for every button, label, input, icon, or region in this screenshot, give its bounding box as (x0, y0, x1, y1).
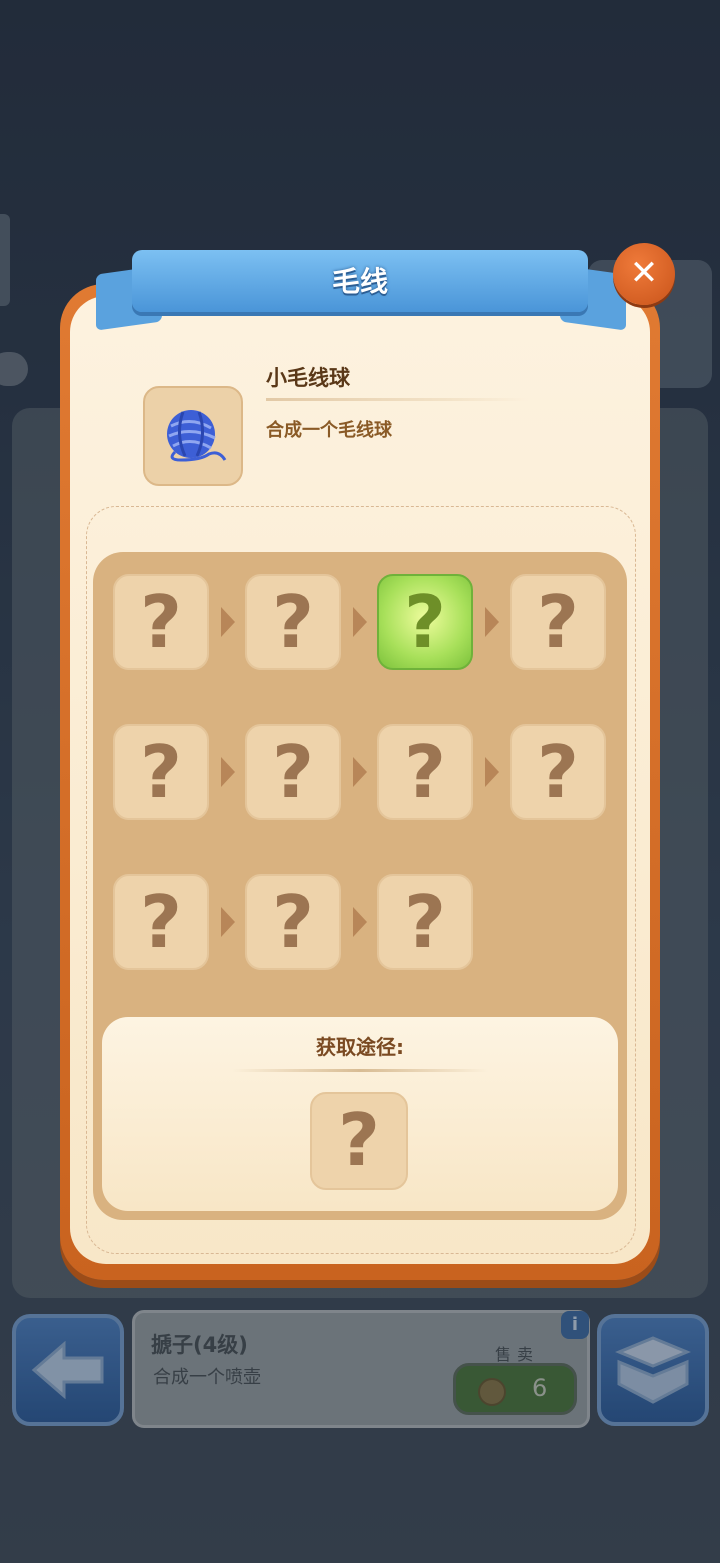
chain-item-5[interactable]: ? (113, 724, 209, 820)
chain-item-9[interactable]: ? (113, 874, 209, 970)
unknown-item-icon: ? (140, 880, 182, 964)
title-ribbon: 毛线 (132, 250, 588, 312)
chain-arrow-icon (485, 757, 499, 787)
chain-arrow-icon (353, 907, 367, 937)
unknown-item-icon: ? (338, 1098, 380, 1182)
chain-arrow-icon (221, 757, 235, 787)
chain-item-4[interactable]: ? (510, 574, 606, 670)
chain-item-3-current[interactable]: ? (377, 574, 473, 670)
chain-item-2[interactable]: ? (245, 574, 341, 670)
chain-arrow-icon (485, 607, 499, 637)
unknown-item-icon: ? (272, 580, 314, 664)
chain-item-8[interactable]: ? (510, 724, 606, 820)
item-name: 小毛线球 (266, 366, 350, 390)
item-name-underline (266, 398, 528, 401)
unknown-item-icon: ? (537, 580, 579, 664)
dialog-title: 毛线 (331, 265, 388, 298)
unknown-item-icon: ? (140, 730, 182, 814)
unknown-item-icon: ? (404, 880, 446, 964)
item-description: 合成一个毛线球 (266, 420, 392, 441)
chain-item-7[interactable]: ? (377, 724, 473, 820)
unknown-item-icon: ? (272, 880, 314, 964)
unknown-item-icon: ? (404, 580, 446, 664)
chain-arrow-icon (221, 607, 235, 637)
chain-item-6[interactable]: ? (245, 724, 341, 820)
yarn-ball-icon (167, 410, 227, 462)
unknown-item-icon: ? (272, 730, 314, 814)
acquisition-source-item[interactable]: ? (310, 1092, 408, 1190)
item-icon-tile (143, 386, 243, 486)
chain-arrow-icon (221, 907, 235, 937)
unknown-item-icon: ? (404, 730, 446, 814)
chain-item-1[interactable]: ? (113, 574, 209, 670)
unknown-item-icon: ? (537, 730, 579, 814)
chain-arrow-icon (353, 757, 367, 787)
close-button[interactable]: ✕ (613, 243, 675, 305)
chain-item-10[interactable]: ? (245, 874, 341, 970)
acquisition-divider (232, 1069, 488, 1072)
chain-arrow-icon (353, 607, 367, 637)
chain-item-11[interactable]: ? (377, 874, 473, 970)
unknown-item-icon: ? (140, 580, 182, 664)
acquisition-title: 获取途径: (316, 1035, 404, 1059)
